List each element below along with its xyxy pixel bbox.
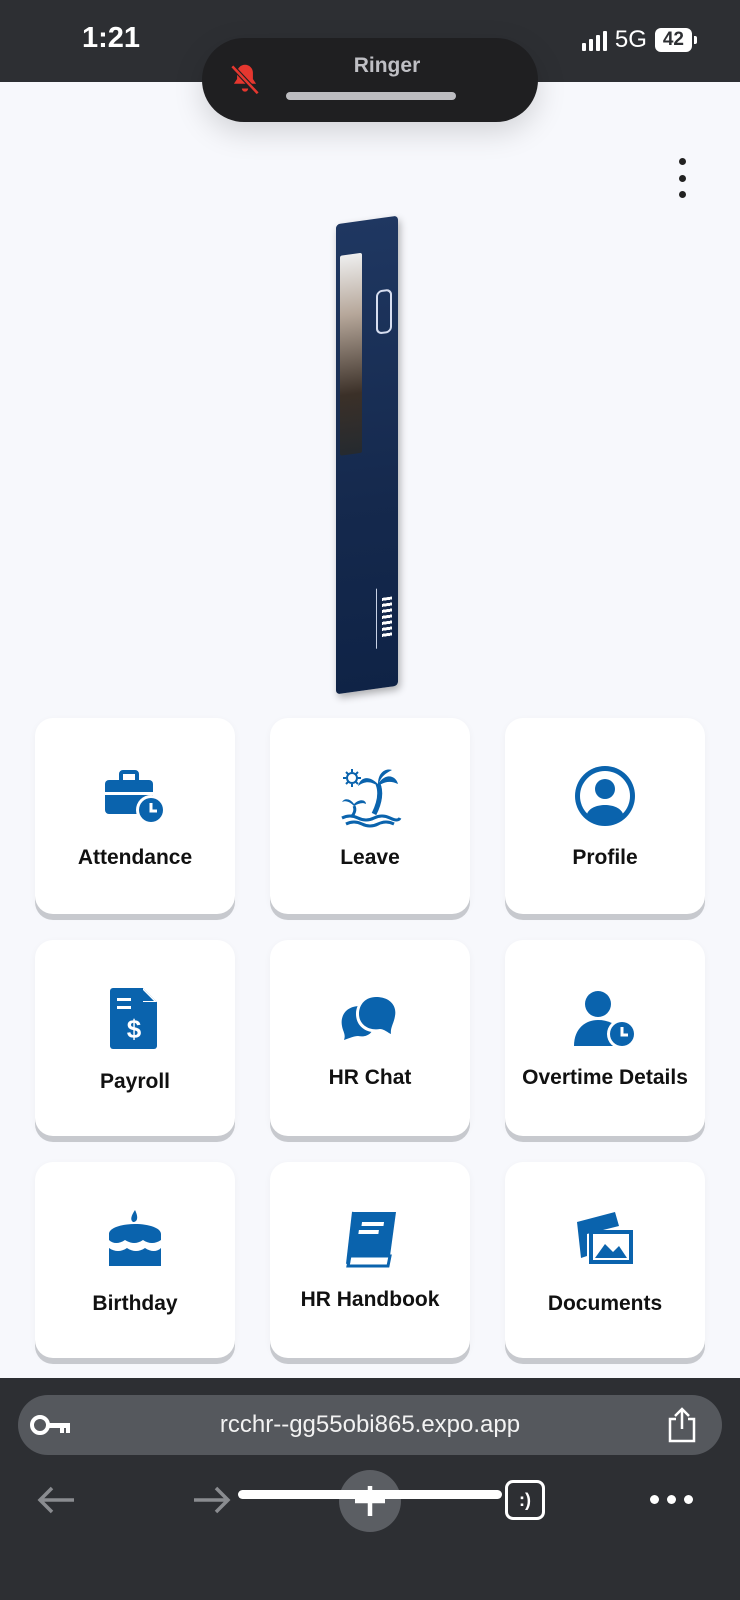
battery-icon: 42 xyxy=(654,28,698,52)
browser-toolbar: rcchr--gg55obi865.expo.app :) xyxy=(0,1378,740,1600)
network-label: 5G xyxy=(614,26,647,53)
ringer-notification: Ringer xyxy=(202,38,538,122)
tile-label: Birthday xyxy=(92,1292,178,1315)
attendance-tile[interactable]: Attendance xyxy=(35,718,235,914)
tile-label: Leave xyxy=(340,846,400,869)
overtime-details-tile[interactable]: Overtime Details xyxy=(505,940,705,1136)
profile-tile[interactable]: Profile xyxy=(505,718,705,914)
bell-muted-icon xyxy=(230,64,260,95)
back-arrow-icon[interactable] xyxy=(32,1476,80,1524)
briefcase-clock-icon xyxy=(105,770,166,825)
user-clock-icon xyxy=(574,991,637,1049)
company-logo-icon xyxy=(376,288,392,335)
hr-chat-tile[interactable]: HR Chat xyxy=(270,940,470,1136)
tabs-button[interactable]: :) xyxy=(505,1480,545,1520)
browser-more-button[interactable] xyxy=(650,1495,693,1504)
tile-label: Overtime Details xyxy=(522,1066,688,1089)
leave-tile[interactable]: Leave xyxy=(270,718,470,914)
new-tab-button[interactable] xyxy=(339,1470,401,1532)
tile-label: Attendance xyxy=(77,846,193,869)
images-icon xyxy=(577,1212,633,1264)
birthday-cake-icon xyxy=(109,1210,161,1266)
tile-label: Profile xyxy=(572,846,638,869)
palm-island-icon xyxy=(341,769,402,828)
home-indicator[interactable] xyxy=(238,1490,502,1499)
more-menu-button[interactable] xyxy=(670,158,694,198)
book-icon xyxy=(346,1211,396,1268)
signal-icon xyxy=(581,29,607,51)
id-divider xyxy=(376,588,377,649)
qr-code-icon xyxy=(382,596,392,638)
employee-id-card[interactable] xyxy=(336,215,398,695)
forward-arrow-icon[interactable] xyxy=(188,1476,236,1524)
hr-handbook-tile[interactable]: HR Handbook xyxy=(270,1162,470,1358)
birthday-tile[interactable]: Birthday xyxy=(35,1162,235,1358)
tile-label: Documents xyxy=(547,1292,663,1315)
tile-label: HR Chat xyxy=(328,1066,412,1089)
tile-label: Payroll xyxy=(99,1070,171,1093)
invoice-dollar-icon: $ xyxy=(110,988,157,1049)
documents-tile[interactable]: Documents xyxy=(505,1162,705,1358)
svg-text:$: $ xyxy=(127,1014,142,1044)
status-time: 1:21 xyxy=(82,22,141,54)
plus-icon xyxy=(355,1486,385,1516)
share-icon[interactable] xyxy=(666,1407,698,1443)
user-circle-icon xyxy=(575,766,635,826)
status-indicators: 5G 42 xyxy=(581,26,698,54)
chat-bubbles-icon xyxy=(341,994,399,1040)
url-text: rcchr--gg55obi865.expo.app xyxy=(219,1411,521,1438)
payroll-tile[interactable]: $ Payroll xyxy=(35,940,235,1136)
tile-label: HR Handbook xyxy=(300,1288,440,1311)
ringer-label: Ringer xyxy=(353,54,421,77)
id-photo xyxy=(340,252,362,456)
ringer-volume-bar xyxy=(286,92,456,100)
address-bar[interactable]: rcchr--gg55obi865.expo.app xyxy=(18,1395,722,1455)
